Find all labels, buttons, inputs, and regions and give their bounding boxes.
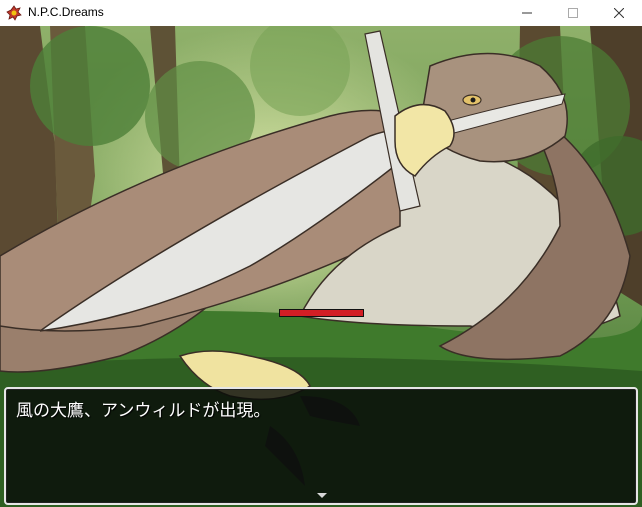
title-bar[interactable]: N.P.C.Dreams <box>0 0 642 27</box>
close-icon <box>614 8 624 18</box>
down-arrow-icon[interactable] <box>317 493 327 498</box>
minimize-button[interactable] <box>504 0 550 26</box>
message-window[interactable]: 風の大鷹、アンウィルドが出現。 <box>4 387 638 505</box>
game-screen[interactable]: 風の大鷹、アンウィルドが出現。 <box>0 26 642 507</box>
minimize-icon <box>522 12 532 14</box>
maximize-button[interactable] <box>550 0 596 26</box>
window-title: N.P.C.Dreams <box>28 5 104 19</box>
enemy-hp-fill <box>280 310 363 316</box>
enemy-hp-gauge <box>279 309 364 317</box>
battle-message: 風の大鷹、アンウィルドが出現。 <box>16 401 271 421</box>
close-button[interactable] <box>596 0 642 26</box>
app-logo-icon <box>6 5 22 21</box>
maximize-icon <box>568 8 578 18</box>
